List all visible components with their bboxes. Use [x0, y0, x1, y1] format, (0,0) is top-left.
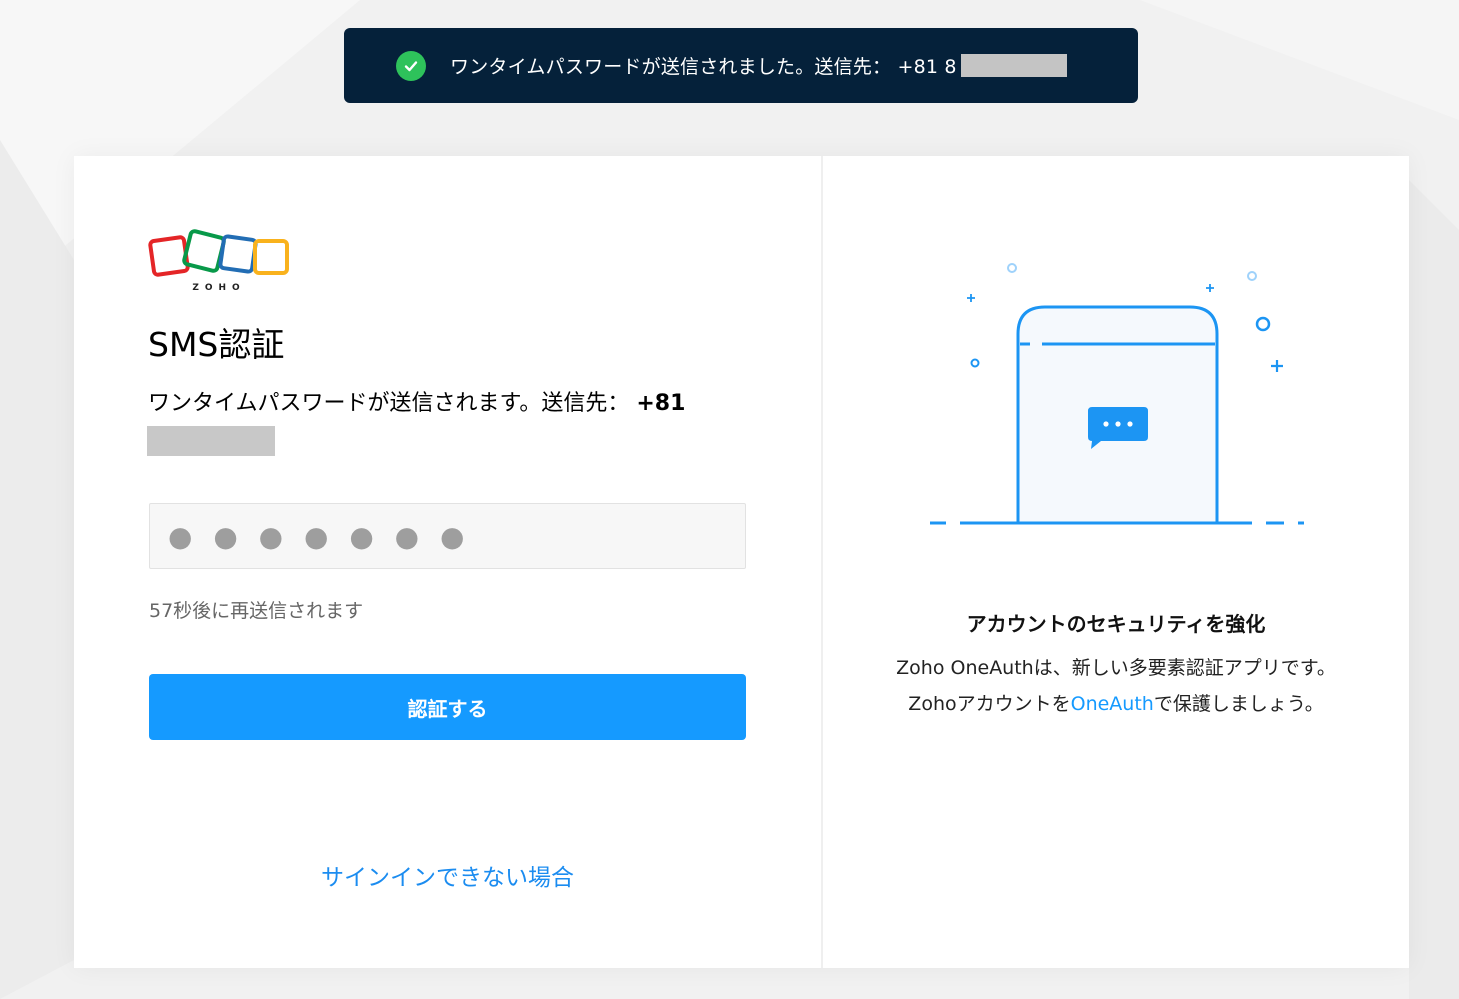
otp-input[interactable]	[149, 503, 746, 569]
redacted-phone-mask	[960, 54, 1067, 77]
phone-sms-illustration	[928, 256, 1304, 540]
promo-text: Zoho OneAuthは、新しい多要素認証アプリです。ZohoアカウントをOn…	[886, 650, 1346, 722]
verify-button[interactable]: 認証する	[149, 674, 746, 740]
toast-message: ワンタイムパスワードが送信されました。送信先： +81 8	[450, 56, 957, 78]
resend-countdown: 57秒後に再送信されます	[149, 600, 364, 622]
otp-description-text: ワンタイムパスワードが送信されます。送信先：	[148, 391, 630, 416]
check-circle-icon	[396, 50, 426, 81]
otp-sent-toast: ワンタイムパスワードが送信されました。送信先： +81 8	[344, 28, 1138, 103]
otp-description: ワンタイムパスワードが送信されます。送信先： +81	[148, 385, 685, 417]
signin-card: ZOHO SMS認証 ワンタイムパスワードが送信されます。送信先： +81 57…	[74, 156, 1409, 968]
cannot-sign-in-link[interactable]: サインインできない場合	[149, 858, 746, 892]
logo-text: ZOHO	[192, 283, 245, 293]
promo-text-after: で保護しましょう。	[1153, 693, 1324, 715]
promo-title: アカウントのセキュリティを強化	[966, 612, 1266, 636]
phone-prefix: +81	[636, 391, 686, 416]
card-divider	[821, 156, 823, 968]
redacted-phone-number	[147, 426, 275, 456]
zoho-logo: ZOHO	[148, 228, 294, 298]
page-title: SMS認証	[148, 325, 285, 364]
oneauth-link[interactable]: OneAuth	[1071, 693, 1154, 715]
